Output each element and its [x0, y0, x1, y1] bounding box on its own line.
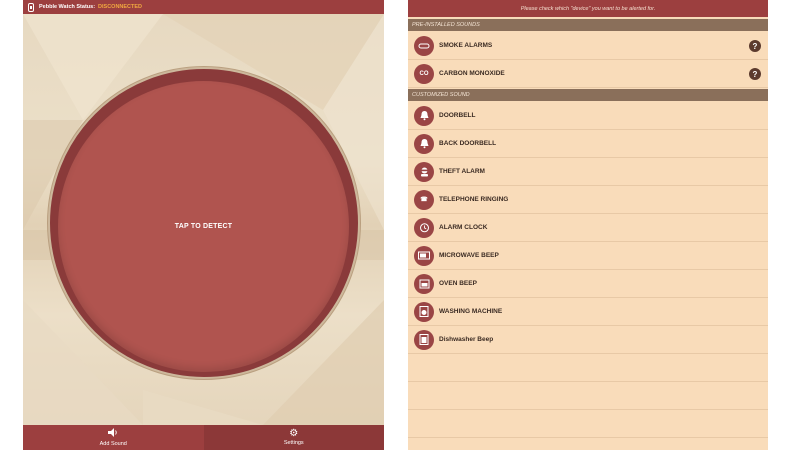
co-icon: CO	[414, 63, 434, 84]
tap-to-detect-button[interactable]: TAP TO DETECT	[58, 81, 349, 372]
sound-label: THEFT ALARM	[439, 168, 485, 175]
bell-icon	[414, 105, 434, 126]
washing-machine-icon	[414, 301, 434, 322]
instruction-header: Please check which "device" you want to …	[408, 0, 768, 17]
instruction-text: Please check which "device" you want to …	[520, 5, 656, 12]
pre-installed-header-label: PRE-INSTALLED SOUNDS	[412, 22, 480, 28]
add-sound-tab[interactable]: Add Sound	[23, 425, 204, 450]
sound-label: BACK DOORBELL	[439, 140, 497, 147]
clock-icon	[414, 217, 434, 238]
empty-row	[408, 382, 768, 410]
microwave-icon	[414, 245, 434, 266]
customized-header: CUSTOMIZED SOUND	[408, 89, 768, 101]
sound-row-back-doorbell[interactable]: BACK DOORBELL	[408, 130, 768, 158]
sound-row-microwave-beep[interactable]: MICROWAVE BEEP	[408, 242, 768, 270]
sound-label: DOORBELL	[439, 112, 476, 119]
sound-row-oven-beep[interactable]: OVEN BEEP	[408, 270, 768, 298]
bell-icon	[414, 133, 434, 154]
dishwasher-icon	[414, 329, 434, 350]
watch-status-value: DISCONNECTED	[98, 4, 143, 10]
sound-label: MICROWAVE BEEP	[439, 252, 499, 259]
sound-row-carbon-monoxide[interactable]: CO CARBON MONOXIDE ?	[408, 60, 768, 88]
add-sound-label: Add Sound	[99, 441, 127, 447]
settings-tab[interactable]: ⚙ Settings	[203, 425, 384, 450]
pre-installed-header: PRE-INSTALLED SOUNDS	[408, 19, 768, 31]
sound-label: TELEPHONE RINGING	[439, 196, 509, 203]
sound-label: Dishwasher Beep	[439, 336, 494, 343]
sound-label: WASHING MACHINE	[439, 308, 503, 315]
tap-to-detect-label: TAP TO DETECT	[174, 223, 233, 230]
empty-row	[408, 354, 768, 382]
sound-label: ALARM CLOCK	[439, 224, 488, 231]
empty-row	[408, 410, 768, 438]
telephone-icon: ☎	[414, 189, 434, 210]
help-icon[interactable]: ?	[749, 40, 761, 52]
sound-list-screen: Please check which "device" you want to …	[408, 0, 768, 450]
sound-label: SMOKE ALARMS	[439, 42, 493, 49]
speaker-icon	[108, 428, 118, 440]
pebble-watch-icon	[28, 2, 34, 12]
sound-row-dishwasher-beep[interactable]: Dishwasher Beep	[408, 326, 768, 354]
sound-row-theft-alarm[interactable]: THEFT ALARM	[408, 158, 768, 186]
sound-row-telephone-ringing[interactable]: ☎ TELEPHONE RINGING	[408, 186, 768, 214]
settings-label: Settings	[283, 440, 304, 446]
help-icon[interactable]: ?	[749, 68, 761, 80]
sound-row-washing-machine[interactable]: WASHING MACHINE	[408, 298, 768, 326]
sound-row-smoke-alarms[interactable]: SMOKE ALARMS ?	[408, 32, 768, 60]
sound-row-doorbell[interactable]: DOORBELL	[408, 102, 768, 130]
customized-header-label: CUSTOMIZED SOUND	[412, 92, 470, 98]
watch-status-label: Pebble Watch Status:	[39, 4, 96, 10]
thief-icon	[414, 161, 434, 182]
sound-row-alarm-clock[interactable]: ALARM CLOCK	[408, 214, 768, 242]
bottom-navigation: Add Sound ⚙ Settings	[23, 425, 384, 450]
oven-icon	[414, 273, 434, 294]
detect-screen: Pebble Watch Status: DISCONNECTED TAP TO…	[23, 0, 384, 450]
sound-label: OVEN BEEP	[439, 280, 477, 287]
gear-icon: ⚙	[289, 428, 299, 439]
sound-label: CARBON MONOXIDE	[439, 70, 505, 77]
watch-status-bar: Pebble Watch Status: DISCONNECTED	[23, 0, 384, 14]
smoke-detector-icon	[414, 35, 434, 56]
